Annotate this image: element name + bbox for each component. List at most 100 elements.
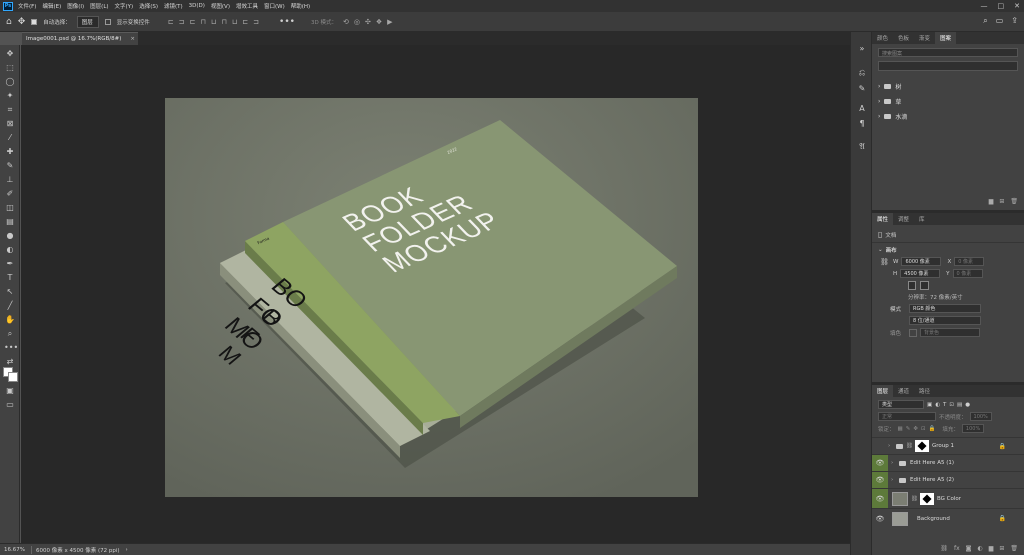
pattern-group-trees[interactable]: › 树 (872, 79, 1024, 94)
x-field[interactable]: 0 像素 (954, 257, 985, 266)
lock-pixels-icon[interactable]: ▦ (898, 426, 903, 432)
align-bottom-icon[interactable]: ⊓ (221, 18, 226, 26)
layer-row-group1[interactable]: › ⛓ Group 1 🔒 (872, 437, 1024, 454)
tab-gradients[interactable]: 渐变 (914, 32, 935, 44)
eyedropper-icon[interactable]: ⁄ (4, 132, 16, 143)
delete-layer-icon[interactable]: 🗑 (1010, 545, 1018, 552)
height-field[interactable]: 4500 像素 (900, 269, 941, 278)
tab-patterns[interactable]: 图案 (935, 32, 957, 44)
3d-rotate-icon[interactable]: ⟲ (343, 18, 349, 26)
frame-tool-icon[interactable]: ⊠ (4, 118, 16, 129)
fill-swatch[interactable] (909, 328, 917, 337)
magic-wand-icon[interactable]: ✦ (4, 90, 16, 101)
clone-stamp-icon[interactable]: ⊥ (4, 174, 16, 185)
3d-video-icon[interactable]: ▶ (387, 18, 392, 26)
layer-row-edit-here-1[interactable]: 👁 › Edit Here A5 (1) (872, 454, 1024, 471)
lock-paint-icon[interactable]: ✎ (906, 426, 911, 432)
filter-smart-icon[interactable]: ▤ (957, 402, 962, 408)
marquee-tool-icon[interactable]: ⬚ (4, 62, 16, 73)
layer-thumbnail[interactable] (892, 511, 908, 526)
tab-swatches[interactable]: 色板 (893, 32, 914, 44)
align-right-icon[interactable]: ⊏ (190, 18, 196, 26)
landscape-icon[interactable] (920, 281, 929, 290)
layer-row-background[interactable]: 👁 Background 🔒 (872, 508, 1024, 528)
tab-properties[interactable]: 属性 (872, 213, 894, 225)
document-dimensions[interactable]: 6000 像素 x 4500 像素 (72 ppi) (30, 545, 120, 554)
brush-settings-icon[interactable]: ✎ (856, 84, 868, 93)
swap-colors-icon[interactable]: ⇄ (4, 356, 16, 367)
layer-mask-thumb[interactable] (914, 440, 929, 452)
portrait-icon[interactable] (908, 281, 916, 290)
type-tool-icon[interactable]: T (4, 272, 16, 283)
dodge-tool-icon[interactable]: ◐ (4, 244, 16, 255)
workspace-icon[interactable]: ▭ (996, 16, 1004, 26)
glyphs-panel-icon[interactable]: 𝔄 (856, 142, 868, 152)
bit-depth-select[interactable]: 8 位/通道 (909, 316, 981, 325)
3d-slide-icon[interactable]: ❖ (376, 18, 382, 26)
new-group-icon[interactable]: ▆ (989, 545, 994, 552)
fx-icon[interactable]: fx (954, 545, 960, 552)
filter-pixel-icon[interactable]: ▣ (927, 402, 932, 408)
move-tool-icon[interactable]: ✥ (18, 17, 26, 27)
eye-icon[interactable]: 👁 (872, 509, 888, 528)
gradient-tool-icon[interactable]: ▤ (4, 216, 16, 227)
more-tools-icon[interactable]: ••• (4, 342, 18, 353)
path-select-icon[interactable]: ↖ (4, 286, 16, 297)
character-panel-icon[interactable]: A (856, 104, 868, 113)
chevron-right-icon[interactable]: › (891, 477, 899, 483)
mode-select[interactable]: RGB 颜色 (909, 304, 981, 313)
transform-controls-checkbox[interactable] (104, 18, 111, 25)
link-icon[interactable]: ⛓ (880, 258, 890, 266)
menu-view[interactable]: 视图(V) (211, 2, 230, 10)
share-icon[interactable]: ⇪ (1011, 16, 1018, 26)
menu-image[interactable]: 图像(I) (67, 2, 84, 10)
menu-layer[interactable]: 图层(L) (90, 2, 108, 10)
history-brush-icon[interactable]: ✐ (4, 188, 16, 199)
hand-tool-icon[interactable]: ✋ (4, 314, 16, 325)
3d-pan-icon[interactable]: ✣ (365, 18, 371, 26)
align-left-icon[interactable]: ⊏ (168, 18, 174, 26)
collapse-panels-icon[interactable]: » (856, 44, 868, 53)
screen-mode-icon[interactable]: ▭ (4, 399, 16, 410)
blur-tool-icon[interactable]: ● (4, 230, 16, 241)
eye-icon[interactable]: 👁 (872, 455, 888, 471)
adjustment-layer-icon[interactable]: ◐ (977, 545, 982, 552)
menu-file[interactable]: 文件(F) (18, 2, 36, 10)
quick-mask-icon[interactable]: ▣ (4, 385, 16, 396)
eraser-icon[interactable]: ◫ (4, 202, 16, 213)
align-top-icon[interactable]: ⊓ (200, 18, 205, 26)
paragraph-panel-icon[interactable]: ¶ (856, 119, 868, 128)
auto-select-dropdown[interactable]: 图层 (76, 15, 99, 28)
canvas-section-header[interactable]: ⌄ 画布 (878, 246, 1018, 254)
eye-icon[interactable]: 👁 (872, 489, 888, 508)
blend-mode-select[interactable]: 正常 (878, 412, 936, 421)
distribute-v-icon[interactable]: ⊐ (253, 18, 259, 26)
background-color-swatch[interactable] (8, 372, 18, 382)
align-middle-icon[interactable]: ⊔ (211, 18, 216, 26)
crop-tool-icon[interactable]: ⌗ (4, 104, 16, 115)
more-options-icon[interactable]: ••• (279, 17, 295, 27)
menu-filter[interactable]: 滤镜(T) (164, 2, 183, 10)
tab-libraries[interactable]: 库 (914, 213, 930, 225)
lock-artboard-icon[interactable]: ⊡ (921, 426, 926, 432)
fill-field[interactable]: 100% (961, 424, 984, 433)
y-field[interactable]: 0 像素 (952, 269, 983, 278)
menu-edit[interactable]: 编辑(E) (42, 2, 61, 10)
pattern-group-water[interactable]: › 水滴 (872, 109, 1024, 124)
filter-adjust-icon[interactable]: ◐ (935, 402, 940, 408)
tab-color[interactable]: 颜色 (872, 32, 893, 44)
menu-help[interactable]: 帮助(H) (291, 2, 310, 10)
new-pattern-icon[interactable]: ⊞ (999, 198, 1004, 205)
tab-adjustments[interactable]: 调整 (893, 213, 914, 225)
auto-select-checkbox[interactable] (31, 18, 38, 25)
close-window-button[interactable]: ✕ (1014, 2, 1020, 10)
3d-roll-icon[interactable]: ◎ (354, 18, 360, 26)
tab-paths[interactable]: 路径 (914, 385, 935, 397)
pattern-search-input[interactable]: 搜索图案 (878, 48, 1018, 57)
menu-type[interactable]: 文字(Y) (115, 2, 134, 10)
layer-thumbnail[interactable] (892, 491, 908, 506)
zoom-level[interactable]: 16.67% (4, 547, 25, 553)
chevron-right-icon[interactable]: › (888, 443, 896, 449)
menu-plugins[interactable]: 增效工具 (236, 2, 258, 10)
filter-type-icon[interactable]: T (943, 402, 946, 408)
